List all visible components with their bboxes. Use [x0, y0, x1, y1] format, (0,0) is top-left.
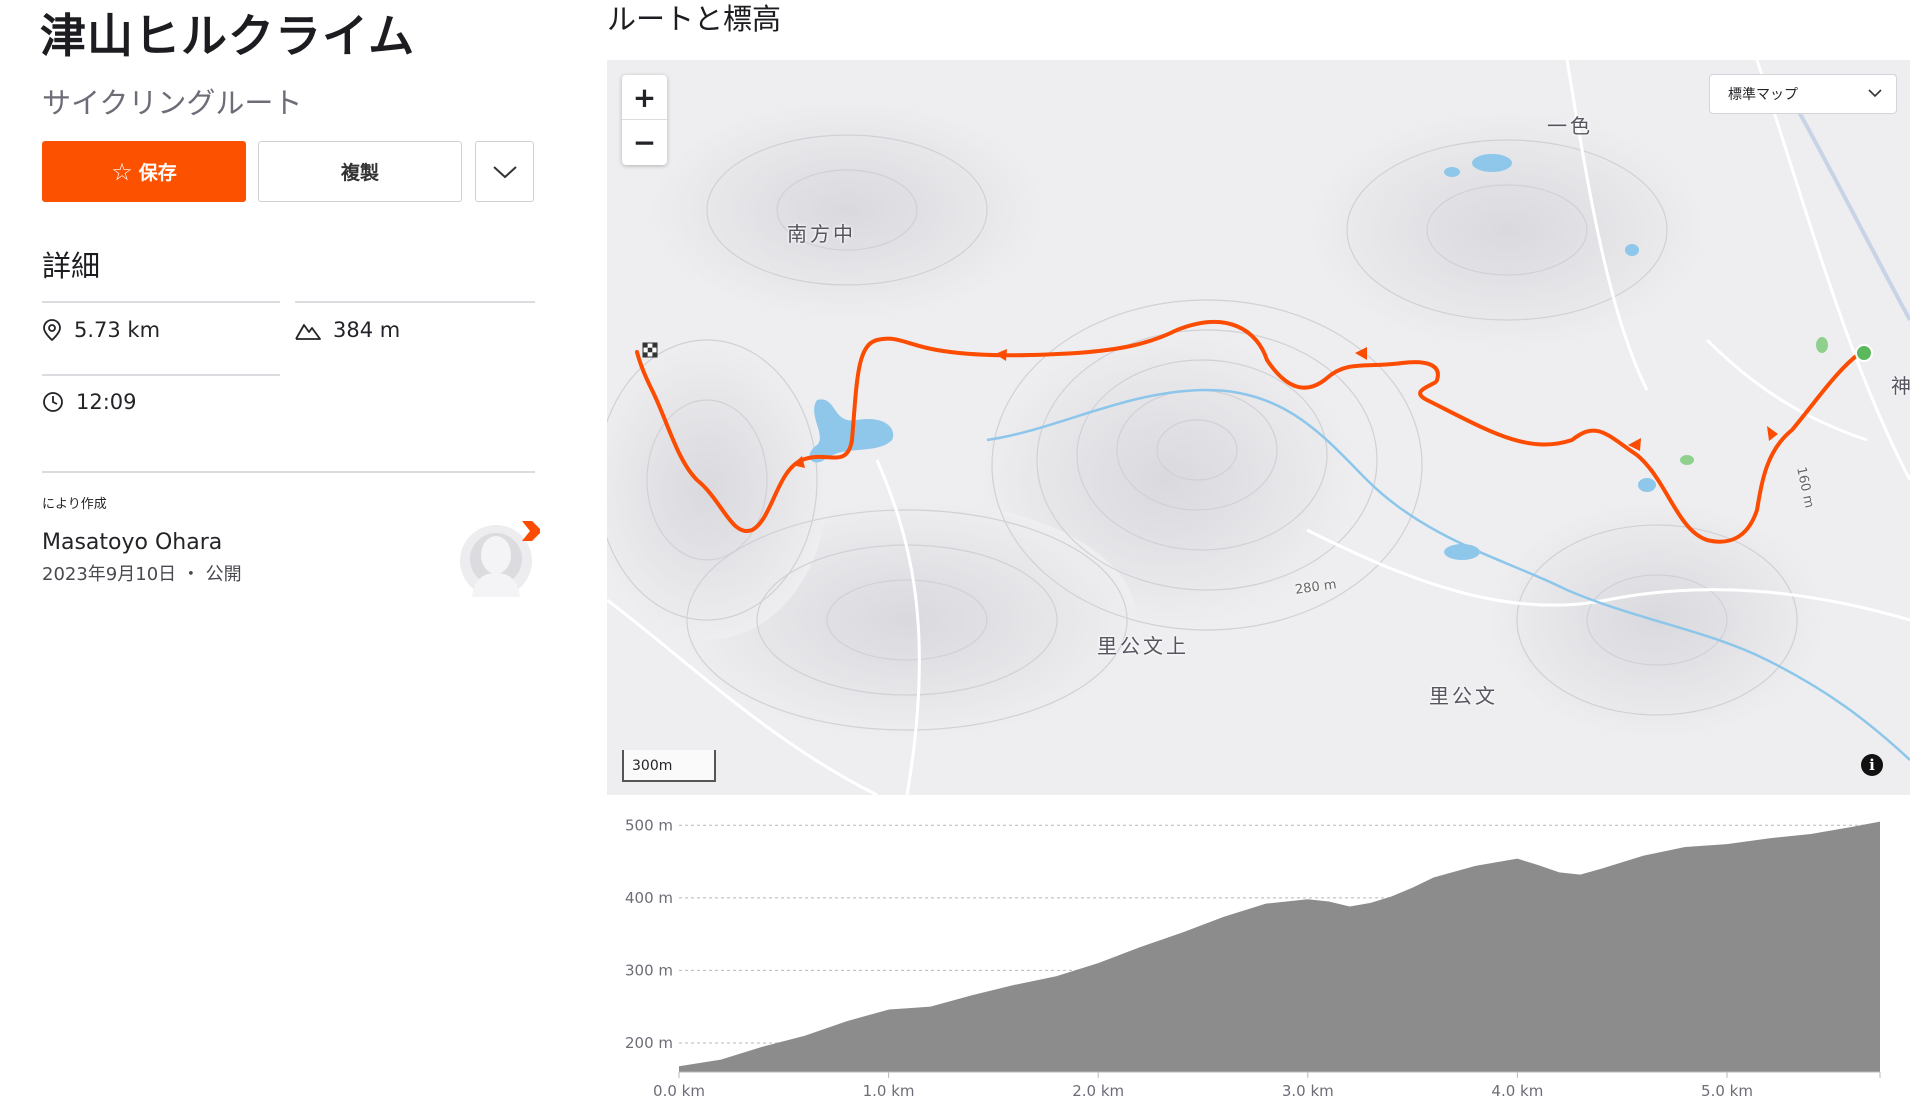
divider	[42, 374, 280, 376]
x-tick-label: 4.0 km	[1491, 1082, 1543, 1100]
map-type-label: 標準マップ	[1728, 87, 1798, 103]
x-tick-label: 0.0 km	[653, 1082, 705, 1100]
y-tick-label: 200 m	[625, 1034, 673, 1052]
copy-button-label: 複製	[340, 162, 379, 184]
zoom-controls: + −	[622, 75, 667, 165]
route-map[interactable]: 南方中 一色 里公文上 里公文 神 280 m 160 m + − 標準マップ …	[607, 60, 1910, 795]
x-tick-label: 1.0 km	[863, 1082, 915, 1100]
zoom-in-button[interactable]: +	[622, 75, 667, 120]
map-scale: 300m	[622, 750, 716, 782]
x-tick-label: 3.0 km	[1282, 1082, 1334, 1100]
place-label: 一色	[1547, 114, 1593, 138]
map-terrain	[607, 60, 1910, 795]
chevron-down-icon	[492, 165, 517, 178]
place-label: 里公文上	[1097, 634, 1189, 658]
place-label: 里公文	[1429, 684, 1498, 708]
details-heading: 詳細	[42, 249, 101, 283]
clock-icon	[43, 392, 63, 412]
elevation-area[interactable]	[679, 821, 1880, 1072]
info-icon[interactable]: i	[1861, 754, 1883, 776]
divider	[295, 301, 535, 303]
location-pin-icon	[43, 319, 61, 342]
y-tick-label: 500 m	[625, 816, 673, 834]
chevron-down-icon	[1868, 89, 1882, 98]
save-button[interactable]: ☆ 保存	[42, 141, 246, 202]
distance-value: 5.73 km	[74, 318, 161, 342]
scale-label: 300m	[632, 758, 673, 774]
route-map-heading: ルートと標高	[607, 2, 782, 36]
copy-button[interactable]: 複製	[258, 141, 462, 202]
created-by-label: により作成	[42, 497, 107, 512]
author-name[interactable]: Masatoyo Ohara	[42, 530, 222, 555]
elevation-chart: 200 m 300 m 400 m 500 m 0.0 km 1.0 km 2.0 km 3.…	[625, 816, 1881, 1100]
divider	[42, 471, 535, 473]
avatar[interactable]	[460, 517, 540, 597]
time-value: 12:09	[76, 390, 137, 414]
x-tick-label: 2.0 km	[1072, 1082, 1124, 1100]
x-tick-label: 5.0 km	[1701, 1082, 1753, 1100]
more-options-button[interactable]	[475, 141, 534, 202]
place-label: 神	[1891, 374, 1910, 398]
mountain-icon	[295, 324, 321, 340]
divider	[42, 301, 280, 303]
time-stat: 12:09	[42, 390, 137, 414]
created-date: 2023年9月10日 ・ 公開	[42, 564, 242, 585]
elevation-value: 384 m	[333, 318, 401, 342]
map-type-select[interactable]: 標準マップ	[1709, 74, 1897, 114]
zoom-out-button[interactable]: −	[622, 120, 667, 165]
route-title: 津山ヒルクライム	[40, 9, 416, 63]
save-button-label: 保存	[138, 162, 177, 184]
star-icon: ☆	[111, 157, 133, 186]
strava-chevron-icon	[522, 521, 540, 541]
distance-stat: 5.73 km	[42, 318, 160, 342]
place-label: 南方中	[787, 222, 856, 246]
y-tick-label: 300 m	[625, 961, 673, 979]
route-type: サイクリングルート	[42, 86, 303, 120]
elevation-stat: 384 m	[295, 318, 400, 342]
y-tick-label: 400 m	[625, 889, 673, 907]
